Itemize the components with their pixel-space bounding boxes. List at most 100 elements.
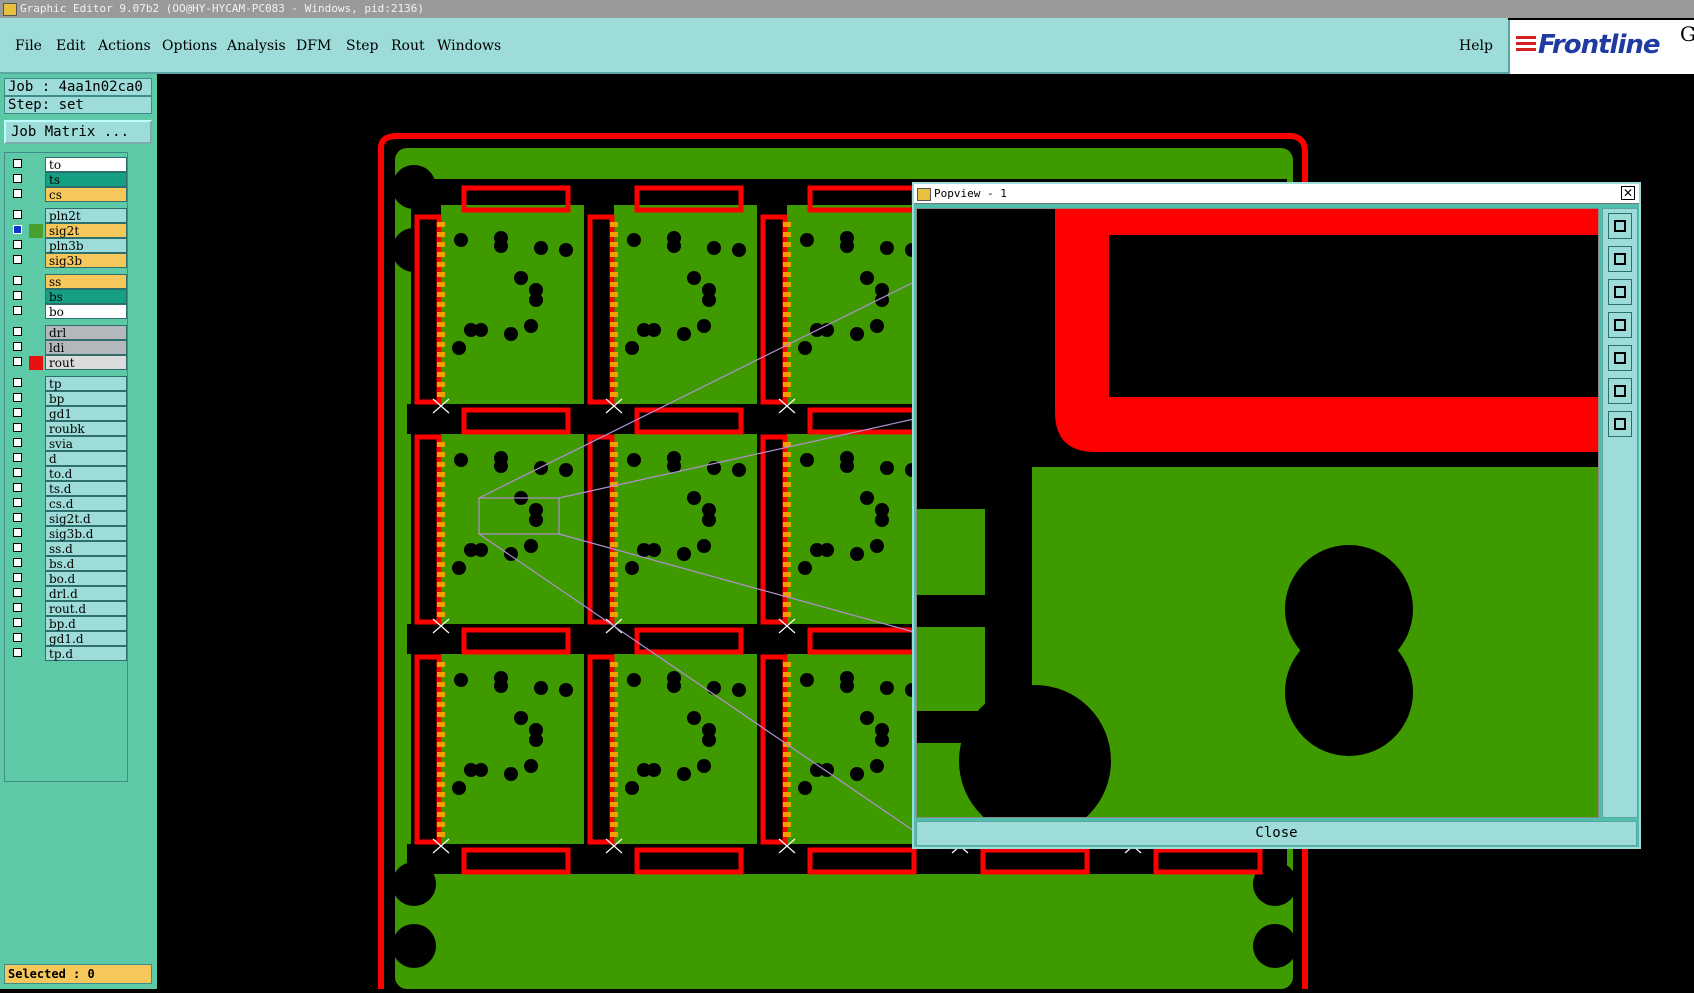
layer-name[interactable]: pln2t — [45, 208, 127, 223]
layer-name[interactable]: bo — [45, 304, 127, 319]
layer-name[interactable]: gd1.d — [45, 631, 127, 646]
layer-checkbox[interactable] — [13, 210, 22, 219]
layer-row-svia[interactable]: svia — [7, 436, 127, 452]
layer-checkbox[interactable] — [13, 342, 22, 351]
layer-name[interactable]: to.d — [45, 466, 127, 481]
layer-row-sig3b[interactable]: sig3b — [7, 253, 127, 269]
layer-name[interactable]: svia — [45, 436, 127, 451]
layer-row-rout-d[interactable]: rout.d — [7, 601, 127, 617]
layer-checkbox[interactable] — [13, 483, 22, 492]
pan-left-icon[interactable] — [1608, 312, 1632, 338]
layer-checkbox[interactable] — [13, 306, 22, 315]
layer-name[interactable]: bp — [45, 391, 127, 406]
layer-name[interactable]: ss.d — [45, 541, 127, 556]
layer-checkbox[interactable] — [13, 528, 22, 537]
layer-row-to[interactable]: to — [7, 157, 127, 173]
layer-name[interactable]: gd1 — [45, 406, 127, 421]
pan-down-icon[interactable] — [1608, 279, 1632, 305]
zoom-fit-icon[interactable] — [1608, 378, 1632, 404]
menu-file[interactable]: File — [15, 38, 42, 54]
layer-checkbox[interactable] — [13, 159, 22, 168]
layer-row-bs[interactable]: bs — [7, 289, 127, 305]
popview-close-icon[interactable]: ✕ — [1621, 186, 1635, 200]
layer-row-tp-d[interactable]: tp.d — [7, 646, 127, 662]
layer-name[interactable]: sig2t — [45, 223, 127, 238]
menu-dfm[interactable]: DFM — [296, 38, 331, 54]
popview-window[interactable]: Popview - 1 ✕ Close — [912, 182, 1641, 849]
layer-checkbox[interactable] — [13, 174, 22, 183]
layer-row-ts[interactable]: ts — [7, 172, 127, 188]
layer-name[interactable]: ldi — [45, 340, 127, 355]
layer-checkbox[interactable] — [13, 276, 22, 285]
layer-row-pln2t[interactable]: pln2t — [7, 208, 127, 224]
layer-name[interactable]: to — [45, 157, 127, 172]
layer-checkbox[interactable] — [13, 378, 22, 387]
popview-close-button[interactable]: Close — [916, 821, 1637, 846]
layer-row-d[interactable]: d — [7, 451, 127, 467]
layer-name[interactable]: bo.d — [45, 571, 127, 586]
layer-row-gd1-d[interactable]: gd1.d — [7, 631, 127, 647]
layer-row-ts-d[interactable]: ts.d — [7, 481, 127, 497]
layer-name[interactable]: rout.d — [45, 601, 127, 616]
menu-windows[interactable]: Windows — [437, 38, 501, 54]
menu-options[interactable]: Options — [162, 38, 217, 54]
layer-checkbox[interactable] — [13, 189, 22, 198]
layer-name[interactable]: ss — [45, 274, 127, 289]
pan-right-icon[interactable] — [1608, 345, 1632, 371]
layer-row-bo-d[interactable]: bo.d — [7, 571, 127, 587]
pan-up-icon[interactable] — [1608, 246, 1632, 272]
layer-checkbox[interactable] — [13, 393, 22, 402]
zoom-window-icon[interactable] — [1608, 213, 1632, 239]
layer-checkbox[interactable] — [13, 423, 22, 432]
layer-name[interactable]: tp.d — [45, 646, 127, 661]
layer-row-pln3b[interactable]: pln3b — [7, 238, 127, 254]
layer-name[interactable]: sig3b.d — [45, 526, 127, 541]
layer-name[interactable]: bs.d — [45, 556, 127, 571]
layer-checkbox[interactable] — [13, 603, 22, 612]
layer-row-ss-d[interactable]: ss.d — [7, 541, 127, 557]
layer-checkbox[interactable] — [13, 357, 22, 366]
layer-row-roubk[interactable]: roubk — [7, 421, 127, 437]
layer-checkbox[interactable] — [13, 408, 22, 417]
layer-checkbox[interactable] — [13, 618, 22, 627]
job-matrix-button[interactable]: Job Matrix ... — [4, 120, 152, 144]
layer-name[interactable]: pln3b — [45, 238, 127, 253]
layer-row-ss[interactable]: ss — [7, 274, 127, 290]
menu-step[interactable]: Step — [346, 38, 378, 54]
layer-row-bp-d[interactable]: bp.d — [7, 616, 127, 632]
layer-checkbox[interactable] — [13, 327, 22, 336]
layer-checkbox[interactable] — [13, 240, 22, 249]
layer-name[interactable]: sig3b — [45, 253, 127, 268]
layer-name[interactable]: ts.d — [45, 481, 127, 496]
layer-name[interactable]: drl — [45, 325, 127, 340]
layer-name[interactable]: drl.d — [45, 586, 127, 601]
layer-checkbox[interactable] — [13, 255, 22, 264]
menu-help[interactable]: Help — [1459, 38, 1493, 54]
layer-name[interactable]: rout — [45, 355, 127, 370]
popview-title-bar[interactable]: Popview - 1 ✕ — [914, 184, 1639, 204]
menu-actions[interactable]: Actions — [98, 38, 151, 54]
layer-name[interactable]: tp — [45, 376, 127, 391]
layer-name[interactable]: bp.d — [45, 616, 127, 631]
layer-name[interactable]: bs — [45, 289, 127, 304]
layer-row-to-d[interactable]: to.d — [7, 466, 127, 482]
layer-row-bs-d[interactable]: bs.d — [7, 556, 127, 572]
layer-name[interactable]: cs — [45, 187, 127, 202]
layer-checkbox[interactable] — [13, 453, 22, 462]
layer-name[interactable]: sig2t.d — [45, 511, 127, 526]
layer-row-sig2t-d[interactable]: sig2t.d — [7, 511, 127, 527]
layer-name[interactable]: cs.d — [45, 496, 127, 511]
layer-row-sig2t[interactable]: sig2t — [7, 223, 127, 239]
layer-checkbox[interactable] — [13, 225, 22, 234]
menu-rout[interactable]: Rout — [391, 38, 425, 54]
popview-zoom-view[interactable] — [916, 208, 1599, 837]
layer-checkbox[interactable] — [13, 291, 22, 300]
menu-analysis[interactable]: Analysis — [227, 38, 286, 54]
layer-name[interactable]: d — [45, 451, 127, 466]
layer-checkbox[interactable] — [13, 648, 22, 657]
layer-checkbox[interactable] — [13, 543, 22, 552]
layer-checkbox[interactable] — [13, 588, 22, 597]
layer-checkbox[interactable] — [13, 633, 22, 642]
layer-row-drl-d[interactable]: drl.d — [7, 586, 127, 602]
layer-row-tp[interactable]: tp — [7, 376, 127, 392]
